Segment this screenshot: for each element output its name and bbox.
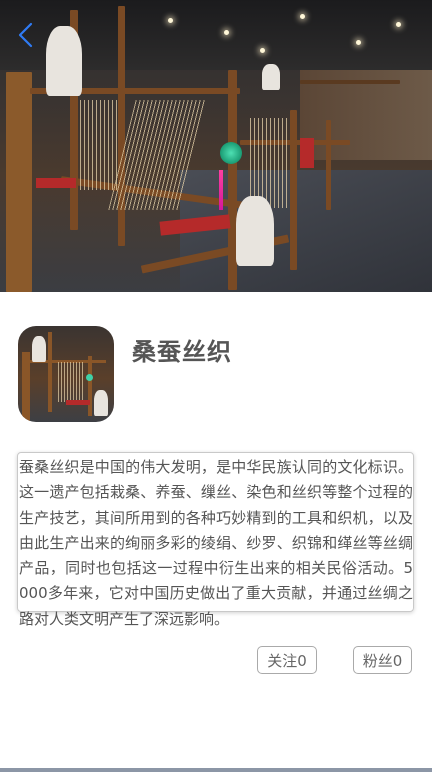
ceiling-light	[396, 22, 401, 27]
loom-beam	[300, 80, 400, 84]
loom-post	[326, 120, 331, 210]
weaver-figure	[236, 196, 274, 266]
follow-button[interactable]: 关注0	[257, 646, 317, 674]
weaver-figure	[262, 64, 280, 90]
avatar-loom-post	[88, 356, 92, 416]
tassel	[219, 170, 223, 210]
ceiling-light	[260, 48, 265, 53]
fans-button[interactable]: 粉丝0	[353, 646, 412, 674]
page-title: 桑蚕丝织	[132, 338, 232, 366]
description-text: 蚕桑丝织是中国的伟大发明，是中华民族认同的文化标识。这一遗产包括栽桑、养蚕、缫丝…	[19, 458, 413, 628]
bottom-divider	[0, 768, 432, 772]
hero-image	[0, 0, 432, 292]
ceiling-light	[224, 30, 229, 35]
red-cloth	[300, 138, 314, 168]
avatar-red-cloth	[66, 400, 90, 405]
avatar-figure	[32, 336, 46, 362]
avatar-ornament	[86, 374, 93, 381]
loom-post	[6, 72, 32, 292]
chevron-left-icon	[18, 22, 33, 48]
jade-ornament	[220, 142, 242, 164]
red-cloth	[36, 178, 76, 188]
back-button[interactable]	[12, 20, 40, 50]
hero-floor	[180, 170, 432, 292]
ceiling-light	[300, 14, 305, 19]
avatar-figure	[94, 390, 108, 416]
loom-threads	[250, 118, 290, 208]
avatar	[18, 326, 114, 422]
avatar-threads	[58, 362, 84, 402]
page: 桑蚕丝织 蚕桑丝织是中国的伟大发明，是中华民族认同的文化标识。这一遗产包括栽桑、…	[0, 0, 432, 772]
loom-post	[290, 110, 297, 270]
loom-threads	[80, 100, 120, 190]
avatar-loom-post	[48, 332, 52, 412]
ceiling-light	[356, 40, 361, 45]
ceiling-light	[168, 18, 173, 23]
weaver-figure	[46, 26, 82, 96]
